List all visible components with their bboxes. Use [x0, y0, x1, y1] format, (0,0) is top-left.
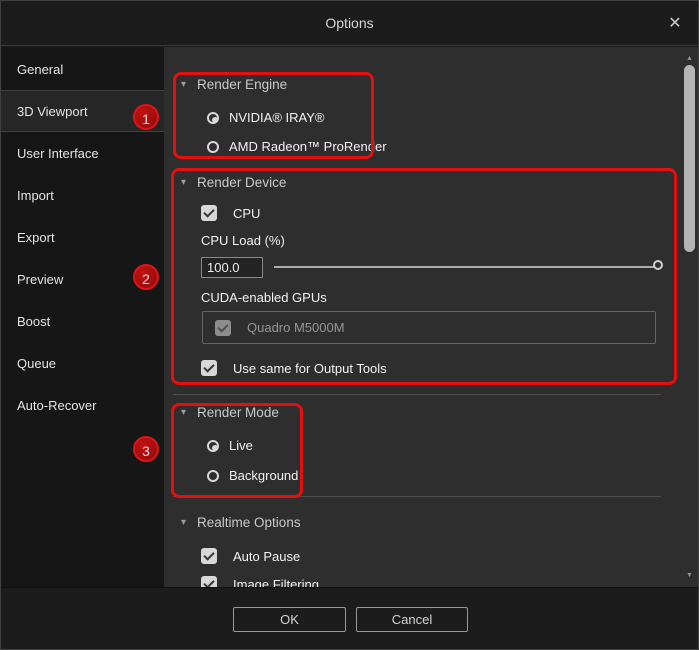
- realtime-options-header[interactable]: ▾ Realtime Options: [181, 515, 301, 530]
- sidebar-item-boost[interactable]: Boost: [1, 300, 164, 342]
- section-divider: [173, 496, 661, 497]
- options-dialog: Options ✕ General 3D Viewport User Inter…: [0, 0, 699, 650]
- ok-button[interactable]: OK: [233, 607, 346, 632]
- radio-icon[interactable]: [207, 111, 219, 124]
- image-filtering-checkbox-row[interactable]: Image Filtering: [201, 576, 319, 587]
- checkbox-icon[interactable]: [201, 360, 217, 376]
- cpu-load-label: CPU Load (%): [201, 233, 285, 248]
- render-engine-header[interactable]: ▾ Render Engine: [181, 77, 287, 92]
- annotation-badge-1: 1: [133, 104, 159, 130]
- cancel-button[interactable]: Cancel: [356, 607, 468, 632]
- settings-panel: ▾ Render Engine NVIDIA® IRAY® AMD Radeon…: [164, 47, 698, 587]
- cpu-load-input[interactable]: [201, 257, 263, 278]
- section-divider: [173, 394, 661, 395]
- collapse-icon: ▾: [181, 517, 187, 528]
- gpu-checkbox-icon[interactable]: [215, 319, 231, 336]
- gpu-name: Quadro M5000M: [247, 320, 345, 335]
- checkbox-icon[interactable]: [201, 548, 217, 564]
- radio-live[interactable]: Live: [207, 438, 253, 453]
- sidebar-item-import[interactable]: Import: [1, 174, 164, 216]
- radio-label: Background: [229, 468, 299, 483]
- sidebar-item-general[interactable]: General: [1, 48, 164, 90]
- checkbox-label: CPU: [233, 205, 261, 221]
- cpu-load-slider[interactable]: [274, 260, 663, 270]
- checkbox-label: Use same for Output Tools: [233, 360, 387, 376]
- gpu-list: Quadro M5000M: [202, 311, 656, 344]
- cuda-gpus-label: CUDA-enabled GPUs: [201, 290, 327, 305]
- section-title: Realtime Options: [197, 515, 301, 530]
- section-title: Render Device: [197, 175, 287, 190]
- radio-icon[interactable]: [207, 439, 219, 452]
- close-icon[interactable]: ✕: [664, 13, 686, 35]
- scrollbar-thumb[interactable]: [684, 65, 695, 252]
- render-device-header[interactable]: ▾ Render Device: [181, 175, 286, 190]
- use-same-checkbox-row[interactable]: Use same for Output Tools: [201, 360, 387, 376]
- sidebar-item-queue[interactable]: Queue: [1, 342, 164, 384]
- scrollbar[interactable]: ▲ ▼: [681, 47, 698, 587]
- dialog-title: Options: [325, 15, 374, 31]
- radio-label: NVIDIA® IRAY®: [229, 110, 325, 125]
- collapse-icon: ▾: [181, 177, 187, 188]
- auto-pause-checkbox-row[interactable]: Auto Pause: [201, 548, 300, 564]
- cpu-checkbox-row[interactable]: CPU: [201, 205, 260, 221]
- footer-bar: OK Cancel: [1, 587, 698, 649]
- annotation-badge-2: 2: [133, 264, 159, 290]
- radio-icon[interactable]: [207, 140, 219, 153]
- slider-handle[interactable]: [653, 260, 663, 270]
- collapse-icon: ▾: [181, 79, 187, 90]
- radio-background[interactable]: Background: [207, 468, 298, 483]
- sidebar-item-export[interactable]: Export: [1, 216, 164, 258]
- scroll-up-icon[interactable]: ▲: [681, 55, 698, 62]
- radio-label: AMD Radeon™ ProRender: [229, 139, 387, 154]
- checkbox-icon[interactable]: [201, 205, 217, 221]
- sidebar-item-user-interface[interactable]: User Interface: [1, 132, 164, 174]
- checkbox-icon[interactable]: [201, 576, 217, 587]
- scroll-down-icon[interactable]: ▼: [681, 572, 698, 579]
- sidebar-item-auto-recover[interactable]: Auto-Recover: [1, 384, 164, 426]
- section-title: Render Engine: [197, 77, 288, 92]
- checkbox-label: Auto Pause: [233, 548, 301, 564]
- annotation-badge-3: 3: [133, 436, 159, 462]
- checkbox-label: Image Filtering: [233, 576, 319, 588]
- radio-icon[interactable]: [207, 469, 219, 482]
- collapse-icon: ▾: [181, 407, 187, 418]
- render-mode-header[interactable]: ▾ Render Mode: [181, 405, 279, 420]
- radio-amd-prorender[interactable]: AMD Radeon™ ProRender: [207, 139, 387, 154]
- radio-label: Live: [229, 438, 253, 453]
- radio-nvidia-iray[interactable]: NVIDIA® IRAY®: [207, 110, 325, 125]
- section-title: Render Mode: [197, 405, 279, 420]
- title-bar: Options ✕: [1, 1, 698, 46]
